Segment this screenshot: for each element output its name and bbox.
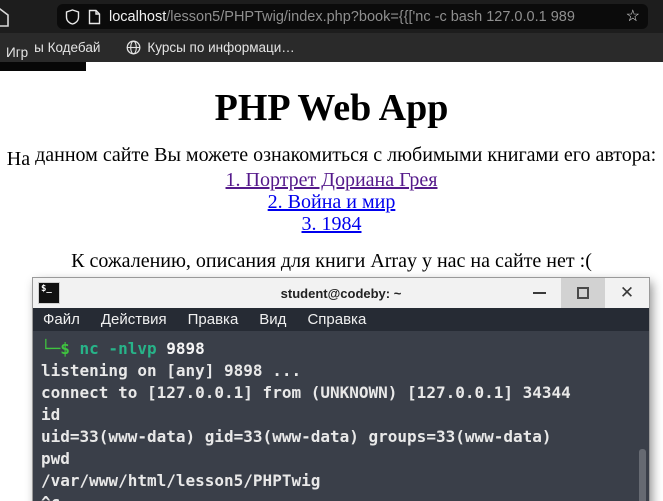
browser-toolbar: localhost/lesson5/PHPTwig/index.php?book… bbox=[0, 0, 663, 33]
command-text: nc -nlvp bbox=[79, 339, 167, 358]
terminal-menubar: Файл Действия Правка Вид Справка bbox=[33, 308, 649, 331]
address-bar[interactable]: localhost/lesson5/PHPTwig/index.php?book… bbox=[57, 4, 648, 29]
terminal-scrollbar[interactable] bbox=[639, 449, 646, 501]
page-title: PHP Web App bbox=[214, 87, 449, 129]
globe-icon bbox=[126, 40, 141, 55]
book-link-1[interactable]: 1. Портрет Дориана Грея bbox=[0, 169, 663, 191]
bookmarks-bar: Игр ы Кодебай Курсы по информаци… bbox=[0, 33, 663, 62]
terminal-line: id bbox=[41, 405, 61, 424]
terminal-prompt-line: └─$ nc -nlvp 9898 bbox=[41, 338, 639, 360]
bookmark-label: Курсы по информаци… bbox=[147, 40, 295, 55]
shell-prompt: └─$ bbox=[41, 339, 80, 358]
terminal-output[interactable]: └─$ nc -nlvp 9898 listening on [any] 989… bbox=[33, 331, 649, 501]
terminal-line: uid=33(www-data) gid=33(www-data) groups… bbox=[41, 427, 552, 446]
url-text[interactable]: localhost/lesson5/PHPTwig/index.php?book… bbox=[109, 9, 614, 25]
maximize-button[interactable] bbox=[561, 278, 605, 308]
menu-file[interactable]: Файл bbox=[43, 311, 80, 328]
terminal-window: $_ student@codeby: ~ ✕ Файл Действия Пра… bbox=[33, 278, 649, 501]
intro-text: На данном сайте Вы можете ознакомиться с… bbox=[6, 144, 657, 170]
book-link-3[interactable]: 3. 1984 bbox=[0, 213, 663, 235]
terminal-app-icon: $_ bbox=[38, 282, 60, 304]
window-controls: ✕ bbox=[517, 278, 649, 308]
minimize-button[interactable] bbox=[517, 278, 561, 308]
terminal-line: pwd bbox=[41, 449, 70, 468]
menu-help[interactable]: Справка bbox=[307, 311, 366, 328]
shield-icon[interactable] bbox=[65, 8, 80, 25]
bookmark-star-icon[interactable]: ☆ bbox=[626, 8, 640, 25]
menu-view[interactable]: Вид bbox=[259, 311, 286, 328]
terminal-line: connect to [127.0.0.1] from (UNKNOWN) [1… bbox=[41, 383, 571, 402]
page-icon[interactable] bbox=[88, 9, 101, 25]
book-link-2[interactable]: 2. Война и мир bbox=[0, 191, 663, 213]
close-button[interactable]: ✕ bbox=[605, 278, 649, 308]
bookmark-item-courses[interactable]: Курсы по информаци… bbox=[126, 40, 295, 55]
terminal-titlebar[interactable]: $_ student@codeby: ~ ✕ bbox=[33, 278, 649, 308]
bookmark-item-kodebay[interactable]: Игр ы Кодебай bbox=[6, 40, 100, 60]
terminal-line: listening on [any] 9898 ... bbox=[41, 361, 302, 380]
no-description-message: К сожалению, описания для книги Array у … bbox=[71, 250, 592, 272]
url-path: /lesson5/PHPTwig/index.php?book={{['nc -… bbox=[166, 8, 575, 25]
home-icon[interactable] bbox=[0, 8, 9, 27]
url-host: localhost bbox=[109, 8, 167, 25]
terminal-line-partial: ^c bbox=[41, 492, 639, 501]
book-links: 1. Портрет Дориана Грея 2. Война и мир 3… bbox=[0, 169, 663, 235]
menu-edit[interactable]: Правка bbox=[188, 311, 239, 328]
web-page: PHP Web App На данном сайте Вы можете оз… bbox=[0, 66, 663, 273]
terminal-line: /var/www/html/lesson5/PHPTwig bbox=[41, 471, 321, 490]
menu-actions[interactable]: Действия bbox=[101, 311, 167, 328]
command-arg: 9898 bbox=[166, 339, 205, 358]
